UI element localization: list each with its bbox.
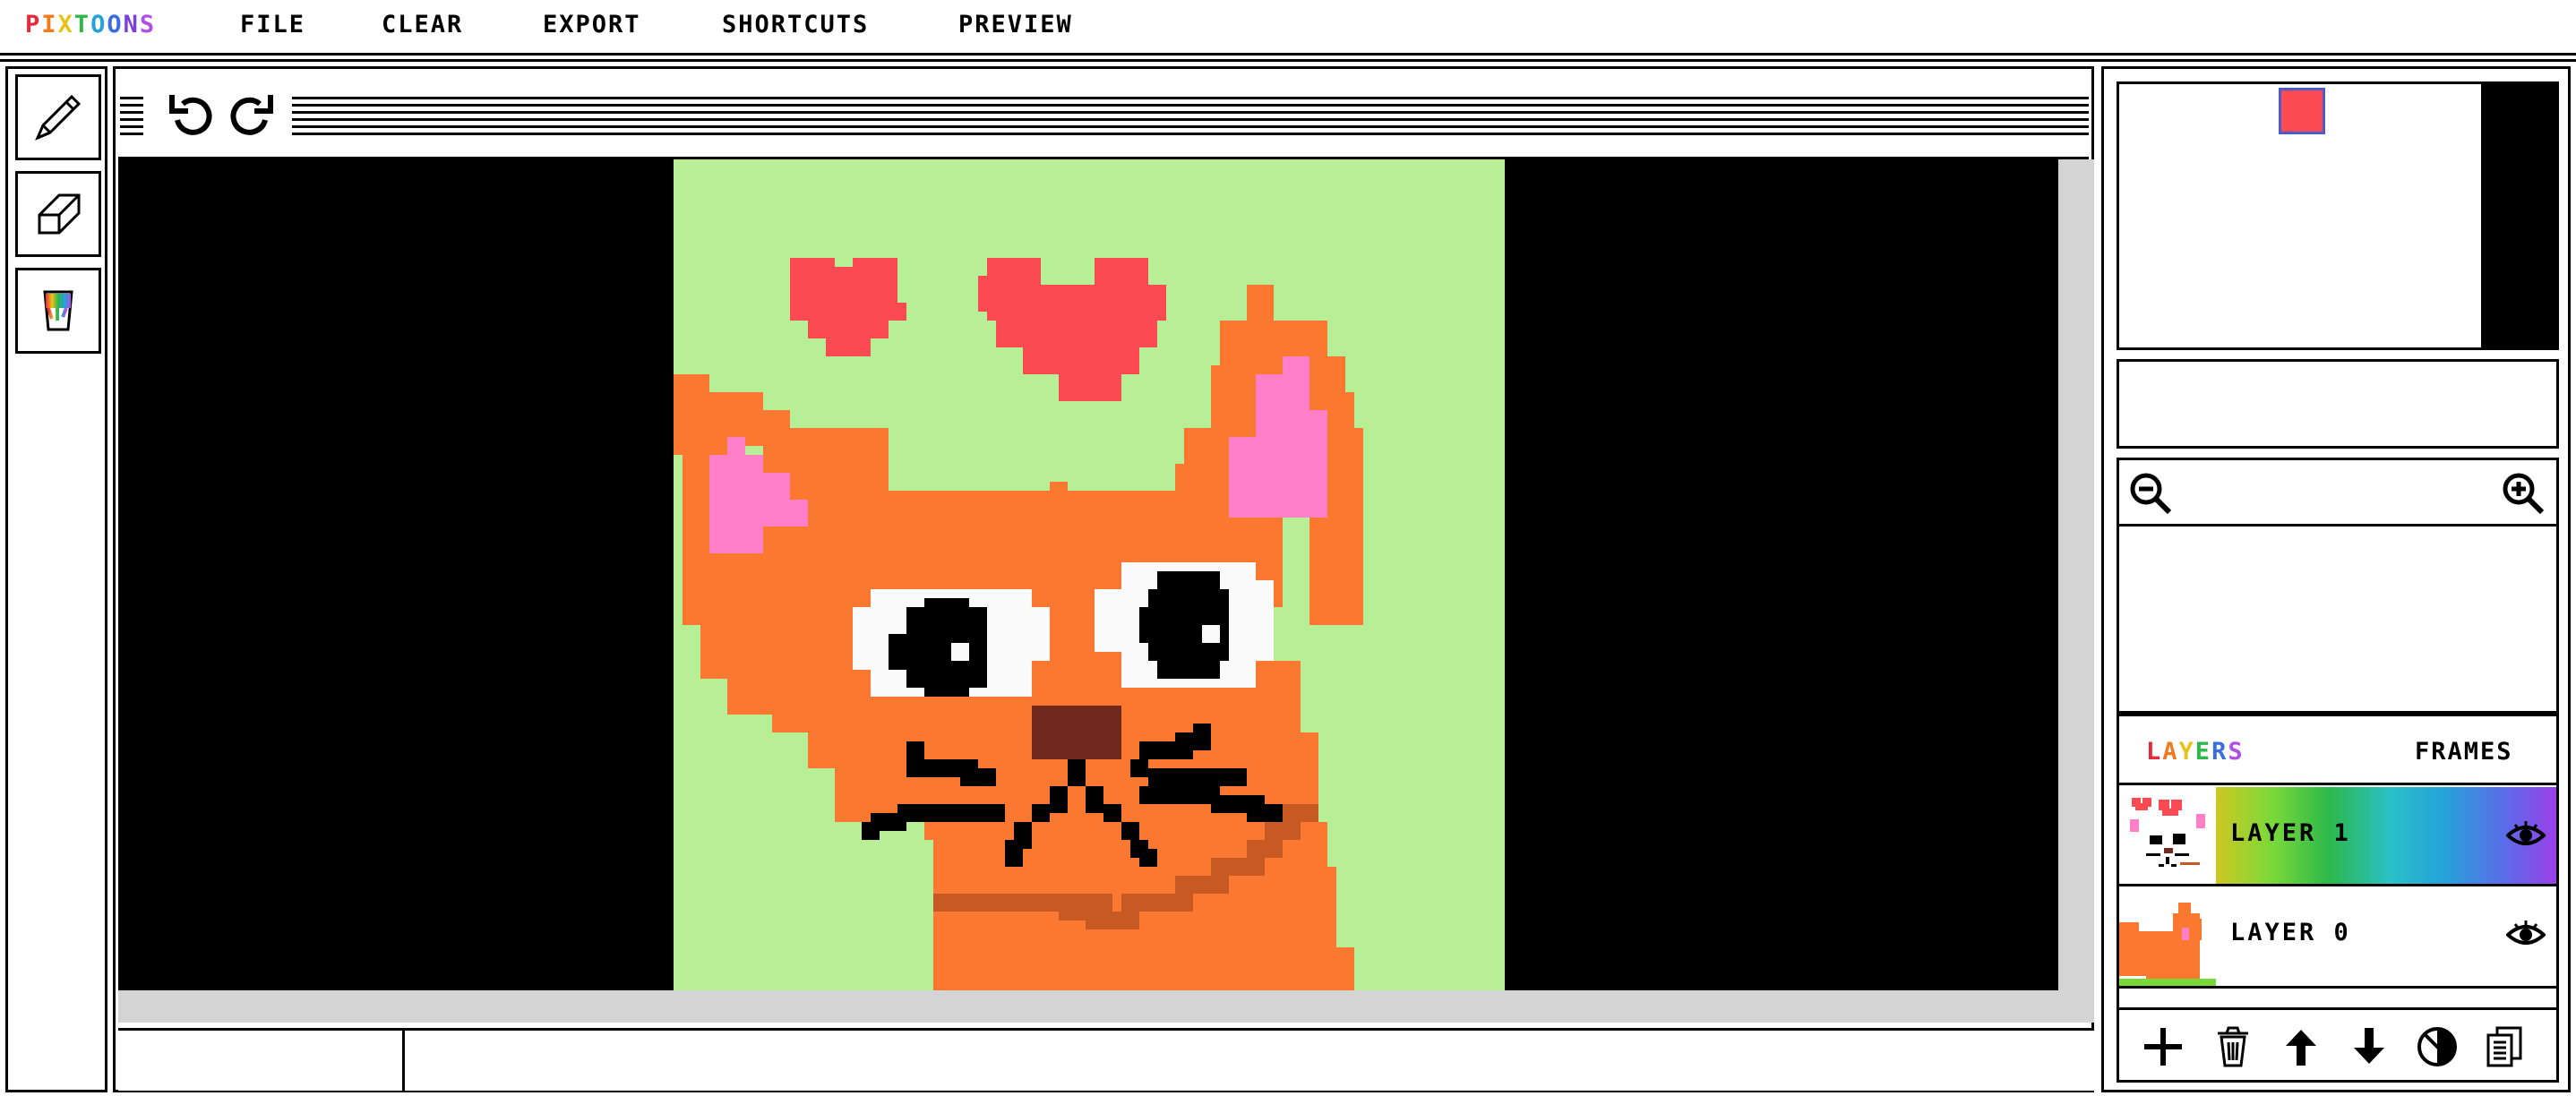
eye-icon[interactable]: [2506, 915, 2546, 955]
canvas-panel: [113, 66, 2094, 1092]
file-menu[interactable]: FILE: [240, 11, 305, 39]
logo-letter: I: [41, 11, 58, 39]
eraser-icon: [38, 193, 81, 235]
fill-tool-button[interactable]: [15, 268, 101, 354]
layer-1-label: LAYER 1: [2230, 819, 2351, 847]
info-box: [2117, 359, 2559, 449]
logo-letter: S: [139, 11, 157, 39]
primary-color-swatch[interactable]: [2279, 88, 2325, 134]
zoom-box: [2117, 458, 2559, 714]
layer-row-1[interactable]: LAYER 1: [2119, 787, 2556, 884]
pencil-icon: [35, 94, 82, 141]
preview-dark-strip: [2481, 84, 2556, 347]
redo-icon[interactable]: [222, 88, 278, 143]
tab-layers[interactable]: LAYERS: [2146, 738, 2245, 766]
vertical-scroll-thumb[interactable]: [2058, 159, 2094, 192]
layers-tabs: LAYERS FRAMES: [2119, 714, 2556, 785]
status-left-field: [118, 1031, 405, 1091]
toolbar-stripes-right: [292, 97, 2089, 136]
tab-layers-letter: L: [2146, 738, 2163, 766]
merge-icon[interactable]: [2413, 1023, 2461, 1071]
layer-0-thumb-strip: [2119, 979, 2216, 986]
move-down-icon[interactable]: [2345, 1023, 2393, 1071]
cat-nose: [1032, 706, 1121, 759]
status-right-field: [408, 1031, 2094, 1091]
tab-layers-letter: S: [2228, 738, 2245, 766]
layer-actions-bar: [2117, 1007, 2559, 1083]
drawing-canvas-area[interactable]: [118, 159, 2058, 990]
preview-menu[interactable]: PREVIEW: [958, 11, 1073, 39]
clear-menu[interactable]: CLEAR: [382, 11, 463, 39]
logo-letter: N: [123, 11, 140, 39]
eraser-tool-button[interactable]: [15, 171, 101, 257]
tab-layers-letter: Y: [2178, 738, 2195, 766]
pixel-art-canvas[interactable]: [674, 159, 1505, 990]
app-logo: PIXTOONS: [25, 11, 156, 39]
add-layer-icon[interactable]: [2139, 1023, 2187, 1071]
status-bar: [118, 1028, 2094, 1091]
right-panel: LAYERS FRAMES LAYER 1 LAYER 0: [2101, 66, 2571, 1092]
layers-divider: [2119, 986, 2556, 989]
paint-bucket-icon: [43, 290, 73, 331]
vertical-scrollbar[interactable]: [2058, 159, 2094, 990]
logo-letter: P: [25, 11, 42, 39]
tools-panel: [5, 66, 107, 1092]
layer-0-label: LAYER 0: [2230, 919, 2351, 946]
eye-icon[interactable]: [2506, 816, 2546, 855]
tab-layers-letter: A: [2162, 738, 2179, 766]
menu-bar: PIXTOONS FILE CLEAR EXPORT SHORTCUTS PRE…: [0, 0, 2576, 62]
delete-layer-icon[interactable]: [2209, 1023, 2257, 1071]
logo-letter: O: [90, 11, 107, 39]
color-preview-box: [2117, 81, 2559, 350]
horizontal-scrollbar[interactable]: [118, 990, 2094, 1023]
toolbar-stripes-left: [120, 97, 143, 136]
canvas-toolbar: [118, 72, 2089, 159]
logo-letter: O: [107, 11, 124, 39]
tab-frames[interactable]: FRAMES: [2415, 738, 2513, 766]
layer-0-thumbnail: [2119, 892, 2216, 989]
logo-letter: T: [73, 11, 91, 39]
shortcuts-menu[interactable]: SHORTCUTS: [722, 11, 869, 39]
tab-layers-letter: R: [2211, 738, 2228, 766]
zoom-in-icon[interactable]: [2501, 471, 2547, 518]
zoom-controls: [2119, 460, 2556, 527]
undo-icon[interactable]: [165, 88, 220, 143]
tab-layers-letter: E: [2194, 738, 2212, 766]
logo-letter: X: [57, 11, 74, 39]
duplicate-icon[interactable]: [2481, 1023, 2529, 1071]
layer-row-0[interactable]: LAYER 0: [2119, 884, 2556, 989]
export-menu[interactable]: EXPORT: [543, 11, 641, 39]
move-up-icon[interactable]: [2277, 1023, 2325, 1071]
layer-1-thumbnail: [2119, 787, 2216, 884]
zoom-out-icon[interactable]: [2128, 471, 2175, 518]
pencil-tool-button[interactable]: [15, 74, 101, 160]
